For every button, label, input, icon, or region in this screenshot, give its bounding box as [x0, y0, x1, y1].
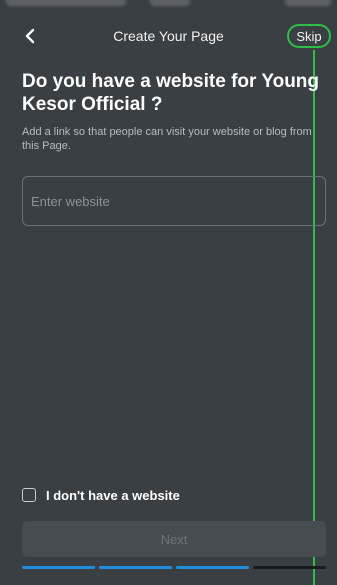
nav-bar: Create Your Page Skip [0, 20, 337, 52]
question-heading: Do you have a website for Young Kesor Of… [22, 71, 320, 115]
skip-button[interactable]: Skip [287, 24, 331, 48]
progress-step-4 [253, 566, 326, 569]
next-button[interactable]: Next [22, 521, 326, 557]
website-input[interactable] [22, 176, 326, 226]
no-website-checkbox[interactable] [22, 488, 36, 502]
progress-step-2 [99, 566, 172, 569]
no-website-checkbox-row[interactable]: I don't have a website [22, 486, 180, 504]
status-bar [0, 0, 337, 12]
description-text: Add a link so that people can visit your… [22, 126, 312, 152]
progress-step-3 [176, 566, 249, 569]
no-website-label: I don't have a website [46, 487, 180, 503]
progress-step-1 [22, 566, 95, 569]
progress-indicator [22, 566, 326, 569]
